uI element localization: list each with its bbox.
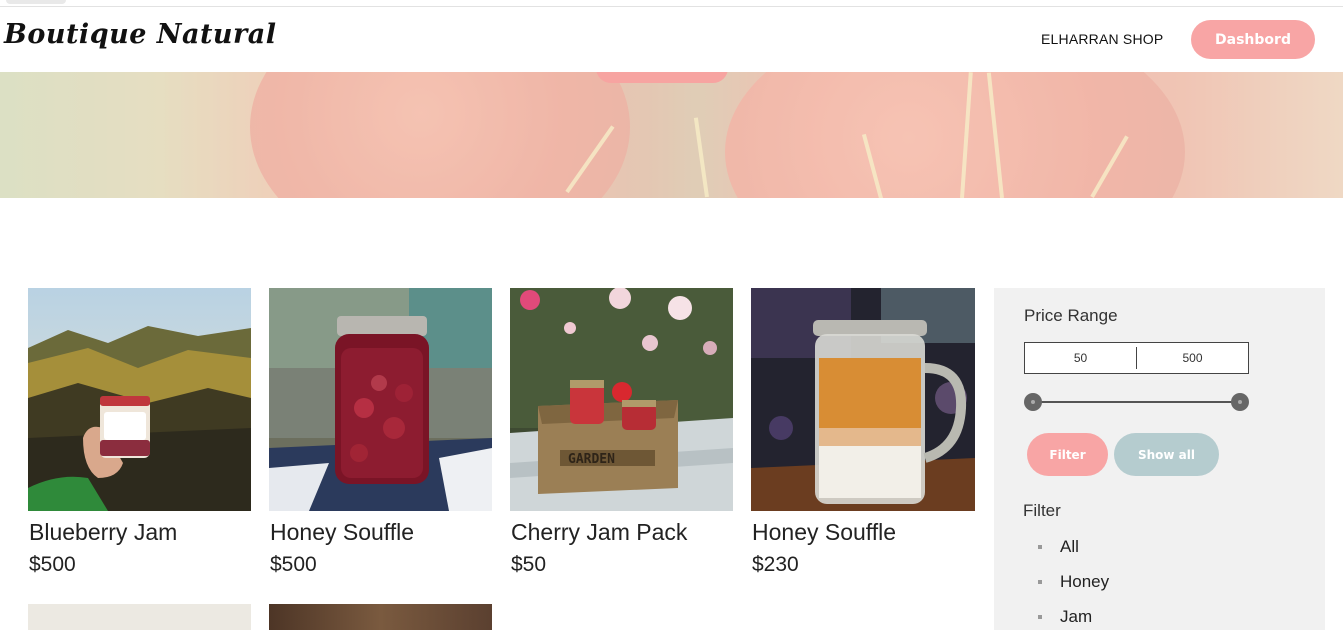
filter-title: Filter (1023, 501, 1061, 520)
site-logo[interactable]: Boutique Natural (4, 19, 277, 50)
filter-sidebar: Price Range Filter Show all Filter All H… (994, 288, 1325, 630)
category-item-all[interactable]: All (1038, 536, 1109, 571)
hero-banner (0, 72, 1343, 198)
product-image[interactable] (28, 604, 251, 630)
product-photo-svg: GARDEN (510, 288, 733, 511)
product-image[interactable] (269, 288, 492, 511)
show-all-button[interactable]: Show all (1114, 433, 1219, 476)
max-price-input[interactable] (1137, 343, 1248, 373)
product-price: $500 (29, 553, 76, 576)
category-label[interactable]: All (1060, 537, 1079, 556)
bullet-icon (1038, 615, 1042, 619)
product-photo-svg (28, 288, 251, 511)
slider-max-handle[interactable] (1231, 393, 1249, 411)
hero-overlay (0, 72, 1343, 198)
min-price-input[interactable] (1025, 343, 1136, 373)
product-card[interactable] (28, 604, 251, 630)
browser-top-strip (0, 0, 1343, 7)
hero-pill-button[interactable] (596, 72, 728, 83)
product-card[interactable]: Honey Souffle $230 (751, 288, 975, 576)
product-name[interactable]: Honey Souffle (270, 519, 414, 546)
product-card[interactable]: GARDEN Cherry Jam Pack $50 (510, 288, 733, 576)
tab-stub (6, 0, 66, 4)
price-range-title: Price Range (1024, 306, 1118, 325)
product-name[interactable]: Honey Souffle (752, 519, 896, 546)
price-range-slider[interactable] (1024, 393, 1249, 411)
bullet-icon (1038, 545, 1042, 549)
bullet-icon (1038, 580, 1042, 584)
product-price: $230 (752, 553, 799, 576)
slider-track[interactable] (1032, 401, 1241, 403)
category-list: All Honey Jam (1038, 536, 1109, 630)
category-item-honey[interactable]: Honey (1038, 571, 1109, 606)
product-card[interactable]: Blueberry Jam $500 (28, 288, 251, 576)
dashboard-button[interactable]: Dashbord (1191, 20, 1315, 59)
product-image[interactable] (751, 288, 975, 511)
product-name[interactable]: Cherry Jam Pack (511, 519, 687, 546)
product-image[interactable] (269, 604, 492, 630)
navbar: Boutique Natural ELHARRAN SHOP Dashbord (0, 7, 1343, 72)
svg-text:GARDEN: GARDEN (568, 452, 615, 467)
category-label[interactable]: Jam (1060, 607, 1092, 626)
product-photo-svg (751, 288, 975, 511)
product-image[interactable] (28, 288, 251, 511)
slider-min-handle[interactable] (1024, 393, 1042, 411)
product-card[interactable] (269, 604, 492, 630)
category-label[interactable]: Honey (1060, 572, 1109, 591)
product-photo-svg (269, 288, 492, 511)
product-price: $50 (511, 553, 547, 576)
product-image[interactable]: GARDEN (510, 288, 733, 511)
shop-link[interactable]: ELHARRAN SHOP (1041, 31, 1163, 47)
price-range-inputs (1024, 342, 1249, 374)
product-price: $500 (270, 553, 317, 576)
category-item-jam[interactable]: Jam (1038, 606, 1109, 630)
product-name[interactable]: Blueberry Jam (29, 519, 177, 546)
product-card[interactable]: Honey Souffle $500 (269, 288, 492, 576)
filter-button[interactable]: Filter (1027, 433, 1108, 476)
